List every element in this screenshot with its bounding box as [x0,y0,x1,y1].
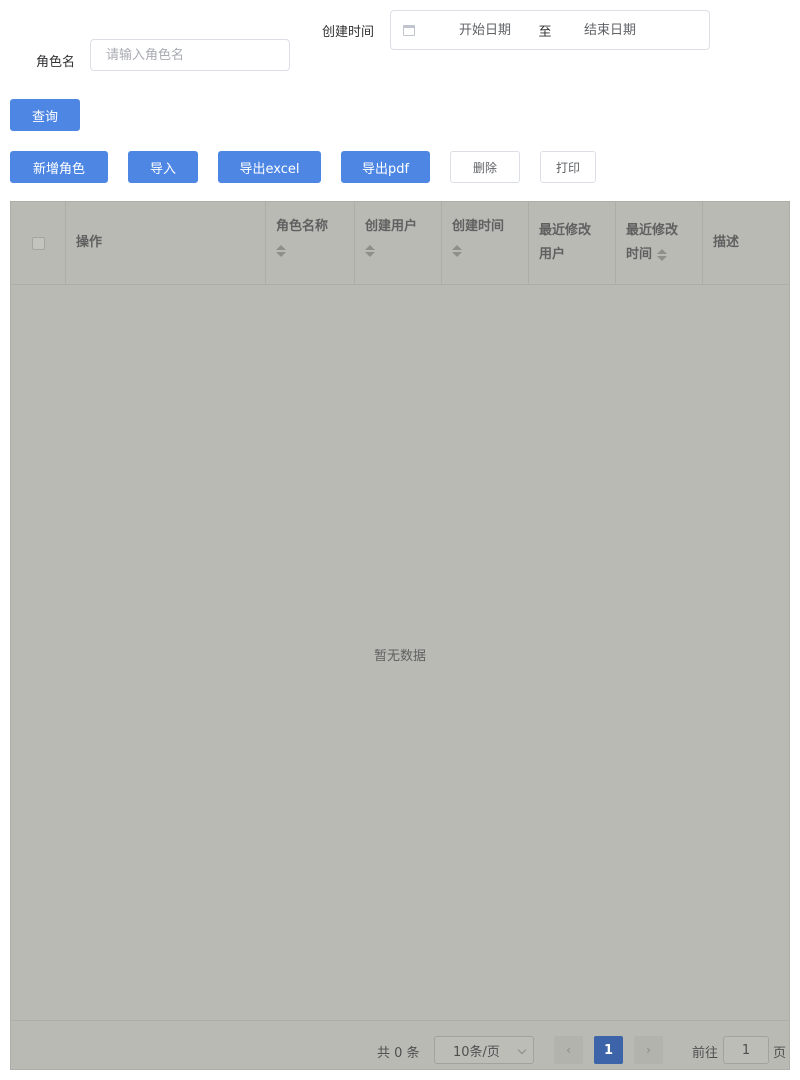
column-label: 描述 [713,235,740,250]
sort-icon[interactable] [276,244,286,258]
column-label: 用户 [539,247,566,262]
column-label: 最近修改 [539,223,592,238]
column-header-role-name[interactable]: 角色名称 [266,202,355,284]
column-label: 角色名称 [276,219,329,234]
chevron-left-icon: ‹ [566,1043,571,1057]
export-excel-button[interactable]: 导出excel [218,151,321,183]
role-name-label: 角色名 [36,55,76,70]
page-size-select[interactable]: 10条/页 [434,1036,534,1064]
add-role-button[interactable]: 新增角色 [10,151,108,183]
column-header-created-time[interactable]: 创建时间 [442,202,529,284]
sort-icon[interactable] [656,248,667,262]
select-all-cell [11,202,66,284]
goto-label: 前往 [692,1046,719,1061]
column-header-created-by[interactable]: 创建用户 [355,202,442,284]
calendar-icon [403,24,415,36]
column-label: 操作 [76,235,103,250]
chevron-right-icon: › [646,1043,651,1057]
goto-page-input[interactable]: 1 [723,1036,769,1064]
role-name-input[interactable] [90,39,290,71]
empty-text: 暂无数据 [373,649,426,664]
chevron-down-icon [517,1045,527,1055]
select-all-checkbox[interactable] [31,236,45,250]
pagination: 共 0 条 10条/页 ‹ 1 › 前往 1 页 [11,1020,789,1070]
column-header-actions: 操作 [66,202,266,284]
page-size-value: 10条/页 [453,1044,500,1060]
column-header-modified-time[interactable]: 最近修改 时间 [616,202,703,284]
import-button[interactable]: 导入 [128,151,198,183]
query-button[interactable]: 查询 [10,99,80,131]
column-label: 时间 [626,247,653,262]
column-label: 最近修改 [626,223,679,238]
date-range-picker[interactable]: 至 [390,10,710,50]
column-header-description: 描述 [703,202,789,284]
export-pdf-button[interactable]: 导出pdf [341,151,430,183]
sort-icon[interactable] [365,244,375,258]
pagination-total: 共 0 条 [377,1046,420,1061]
column-header-modified-by: 最近修改 用户 [529,202,616,284]
start-date-input[interactable] [443,21,527,39]
column-label: 创建用户 [365,219,418,234]
roles-table: 操作 角色名称 创建用户 创建时间 最近修改 用户 最近修改 时间 描述 暂无数… [10,201,790,1070]
next-page-button[interactable]: › [634,1036,663,1064]
page-number-active[interactable]: 1 [594,1036,623,1064]
end-date-input[interactable] [563,21,657,39]
delete-button[interactable]: 删除 [450,151,520,183]
print-button[interactable]: 打印 [540,151,596,183]
page-suffix: 页 [773,1046,787,1061]
range-separator: 至 [538,24,552,40]
created-time-label: 创建时间 [322,25,375,40]
sort-icon[interactable] [452,244,462,258]
table-header: 操作 角色名称 创建用户 创建时间 最近修改 用户 最近修改 时间 描述 [11,202,789,285]
column-label: 创建时间 [452,219,505,234]
prev-page-button[interactable]: ‹ [554,1036,583,1064]
